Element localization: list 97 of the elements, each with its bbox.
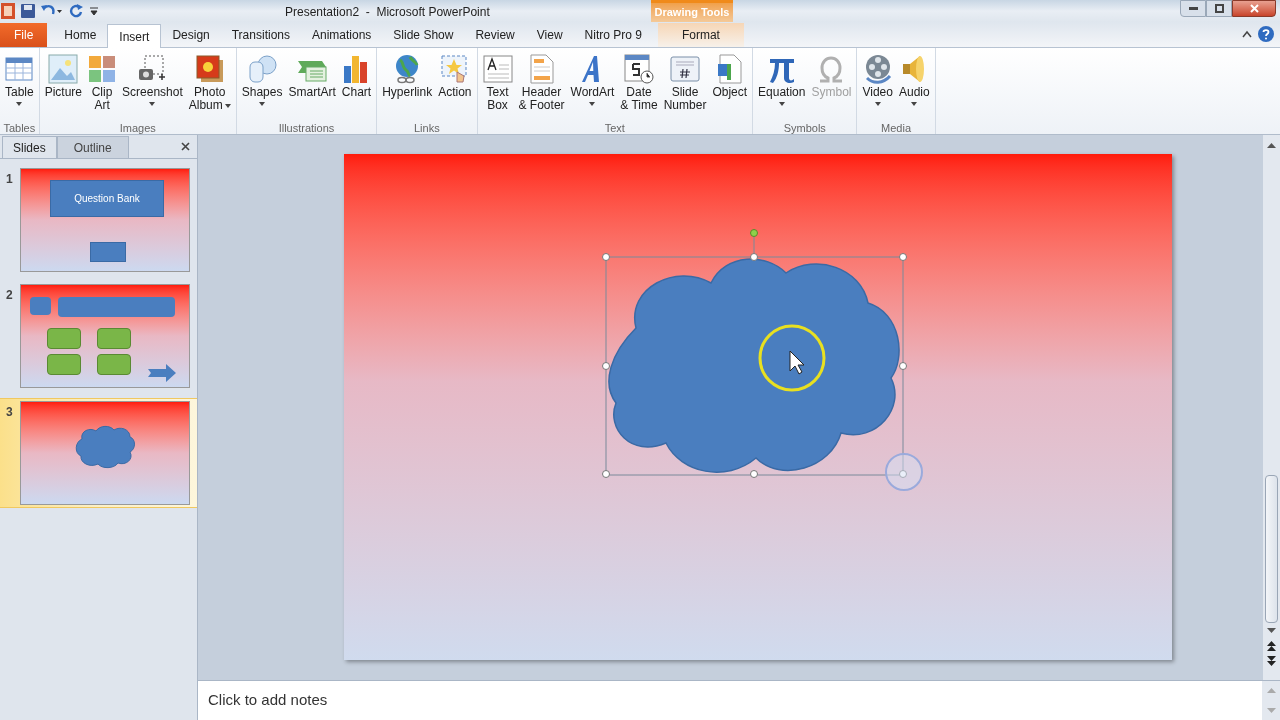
slide-number: 1 bbox=[6, 171, 14, 188]
table-icon bbox=[5, 55, 34, 83]
text-box-icon bbox=[482, 55, 513, 83]
dropdown-caret-icon bbox=[589, 102, 596, 106]
help-icon[interactable] bbox=[1258, 26, 1274, 42]
ribbon-group-label: Text bbox=[603, 121, 626, 135]
scroll-thumb[interactable] bbox=[1265, 475, 1278, 623]
ribbon-tab[interactable]: View bbox=[525, 23, 574, 47]
shapes-icon bbox=[247, 54, 278, 84]
click-ripple-icon bbox=[884, 452, 924, 492]
ribbon-tab[interactable]: Format bbox=[657, 23, 744, 47]
restore-button[interactable] bbox=[1206, 0, 1232, 17]
ribbon-button[interactable]: WordArt bbox=[567, 52, 618, 120]
ribbon-button[interactable]: Chart bbox=[338, 52, 375, 120]
pane-tab[interactable]: Slides bbox=[2, 136, 57, 158]
dropdown-caret-icon bbox=[224, 103, 231, 108]
ribbon-button[interactable]: Audio bbox=[895, 52, 933, 120]
ribbon-tab[interactable]: Design bbox=[161, 23, 221, 47]
ribbon-tab[interactable]: Transitions bbox=[220, 23, 301, 47]
restore-icon bbox=[1214, 4, 1224, 13]
document-icon bbox=[529, 54, 554, 84]
start-box bbox=[90, 242, 126, 262]
ribbon-tab[interactable]: Slide Show bbox=[382, 23, 465, 47]
dropdown-caret-icon bbox=[911, 102, 918, 106]
slide-thumbnail-row[interactable]: 3 bbox=[0, 398, 197, 508]
dropdown-caret-icon bbox=[778, 102, 785, 106]
minimize-button[interactable] bbox=[1180, 0, 1206, 17]
ribbon-button[interactable]: Hyperlink bbox=[379, 52, 436, 120]
dropdown-caret-icon bbox=[149, 102, 156, 106]
number-box bbox=[30, 297, 51, 315]
hash-icon bbox=[670, 56, 701, 82]
notes-field[interactable]: Click to add notes bbox=[198, 681, 1262, 720]
title-box: Question Bank bbox=[50, 180, 164, 217]
ribbon-group-label: Links bbox=[413, 121, 441, 135]
previous-slide-icon[interactable] bbox=[1267, 641, 1276, 651]
dropdown-caret-icon bbox=[874, 102, 881, 106]
ribbon-tab[interactable]: Home bbox=[53, 23, 108, 47]
close-pane-icon[interactable] bbox=[181, 142, 190, 151]
redo-icon[interactable] bbox=[69, 4, 83, 18]
ribbon-group-label: Illustrations bbox=[277, 121, 336, 135]
squares-icon bbox=[88, 55, 117, 83]
ribbon-button[interactable]: Action bbox=[435, 52, 475, 120]
object-icon bbox=[716, 54, 743, 84]
dropdown-caret-icon bbox=[16, 102, 23, 106]
camera-icon bbox=[137, 55, 168, 83]
ribbon-button[interactable]: Photo Album bbox=[185, 52, 234, 120]
answer-box bbox=[47, 354, 81, 375]
ribbon-group-label: Symbols bbox=[782, 121, 827, 135]
scroll-down-icon[interactable] bbox=[1267, 628, 1276, 633]
ribbon-button[interactable]: SmartArt bbox=[285, 52, 339, 120]
dropdown-caret-icon bbox=[259, 102, 266, 106]
ribbon-group-label: Tables bbox=[2, 121, 37, 135]
ribbon-button[interactable]: Date & Time bbox=[617, 52, 661, 120]
ribbon-button[interactable]: Object bbox=[709, 52, 751, 120]
ribbon-button[interactable]: Picture bbox=[41, 52, 86, 120]
pane-tab[interactable]: Outline bbox=[56, 136, 129, 158]
next-slide-icon[interactable] bbox=[1267, 656, 1276, 666]
photo-album-icon bbox=[194, 55, 225, 83]
ribbon-button[interactable]: Slide Number bbox=[660, 52, 710, 120]
slide-thumbnail-row[interactable]: 1 Question Bank bbox=[0, 166, 197, 274]
slide-number: 3 bbox=[6, 404, 14, 421]
star-icon bbox=[439, 54, 470, 84]
answer-box bbox=[97, 328, 131, 349]
close-icon bbox=[1249, 4, 1259, 13]
slide-number: 2 bbox=[6, 287, 14, 304]
collapse-ribbon-icon[interactable] bbox=[1242, 30, 1252, 38]
ribbon-button[interactable]: Equation bbox=[755, 52, 809, 120]
save-icon[interactable] bbox=[21, 4, 35, 18]
ribbon-tab[interactable]: Insert bbox=[107, 24, 162, 48]
answer-box bbox=[97, 354, 131, 375]
picture-icon bbox=[48, 54, 79, 84]
slide-thumbnail-row[interactable]: 2 bbox=[0, 282, 197, 390]
window-title: Presentation2 - Microsoft PowerPoint bbox=[285, 4, 490, 21]
ribbon-button[interactable]: Shapes bbox=[238, 52, 286, 120]
scroll-up-icon[interactable] bbox=[1267, 143, 1276, 148]
calendar-icon bbox=[624, 54, 655, 84]
ribbon-tab[interactable]: Animations bbox=[301, 23, 383, 47]
minimize-icon bbox=[1188, 7, 1198, 10]
ribbon-button[interactable]: Text Box bbox=[479, 52, 516, 120]
customize-toolbar-icon[interactable] bbox=[89, 5, 99, 17]
ribbon-tab[interactable]: Review bbox=[464, 23, 526, 47]
answer-box bbox=[47, 328, 81, 349]
file-tab[interactable]: File bbox=[0, 23, 48, 47]
close-button[interactable] bbox=[1232, 0, 1276, 17]
ribbon-button[interactable]: Screenshot bbox=[119, 52, 186, 120]
cloud-shape bbox=[74, 425, 136, 469]
ribbon-button[interactable]: Header & Footer bbox=[515, 52, 568, 120]
ribbon-button[interactable]: Clip Art bbox=[85, 52, 120, 120]
app-logo-icon bbox=[1, 3, 15, 19]
arrow-shape bbox=[148, 364, 176, 382]
ribbon-tab[interactable]: Nitro Pro 9 bbox=[573, 23, 653, 47]
ribbon-button[interactable]: Table bbox=[2, 52, 37, 120]
vertical-scrollbar[interactable] bbox=[1262, 135, 1280, 680]
ribbon-group-label: Media bbox=[880, 121, 913, 135]
ribbon-group-label: Images bbox=[118, 121, 157, 135]
ribbon-button[interactable]: Video bbox=[859, 52, 896, 120]
contextual-tab-group-label: Drawing Tools bbox=[651, 0, 733, 22]
